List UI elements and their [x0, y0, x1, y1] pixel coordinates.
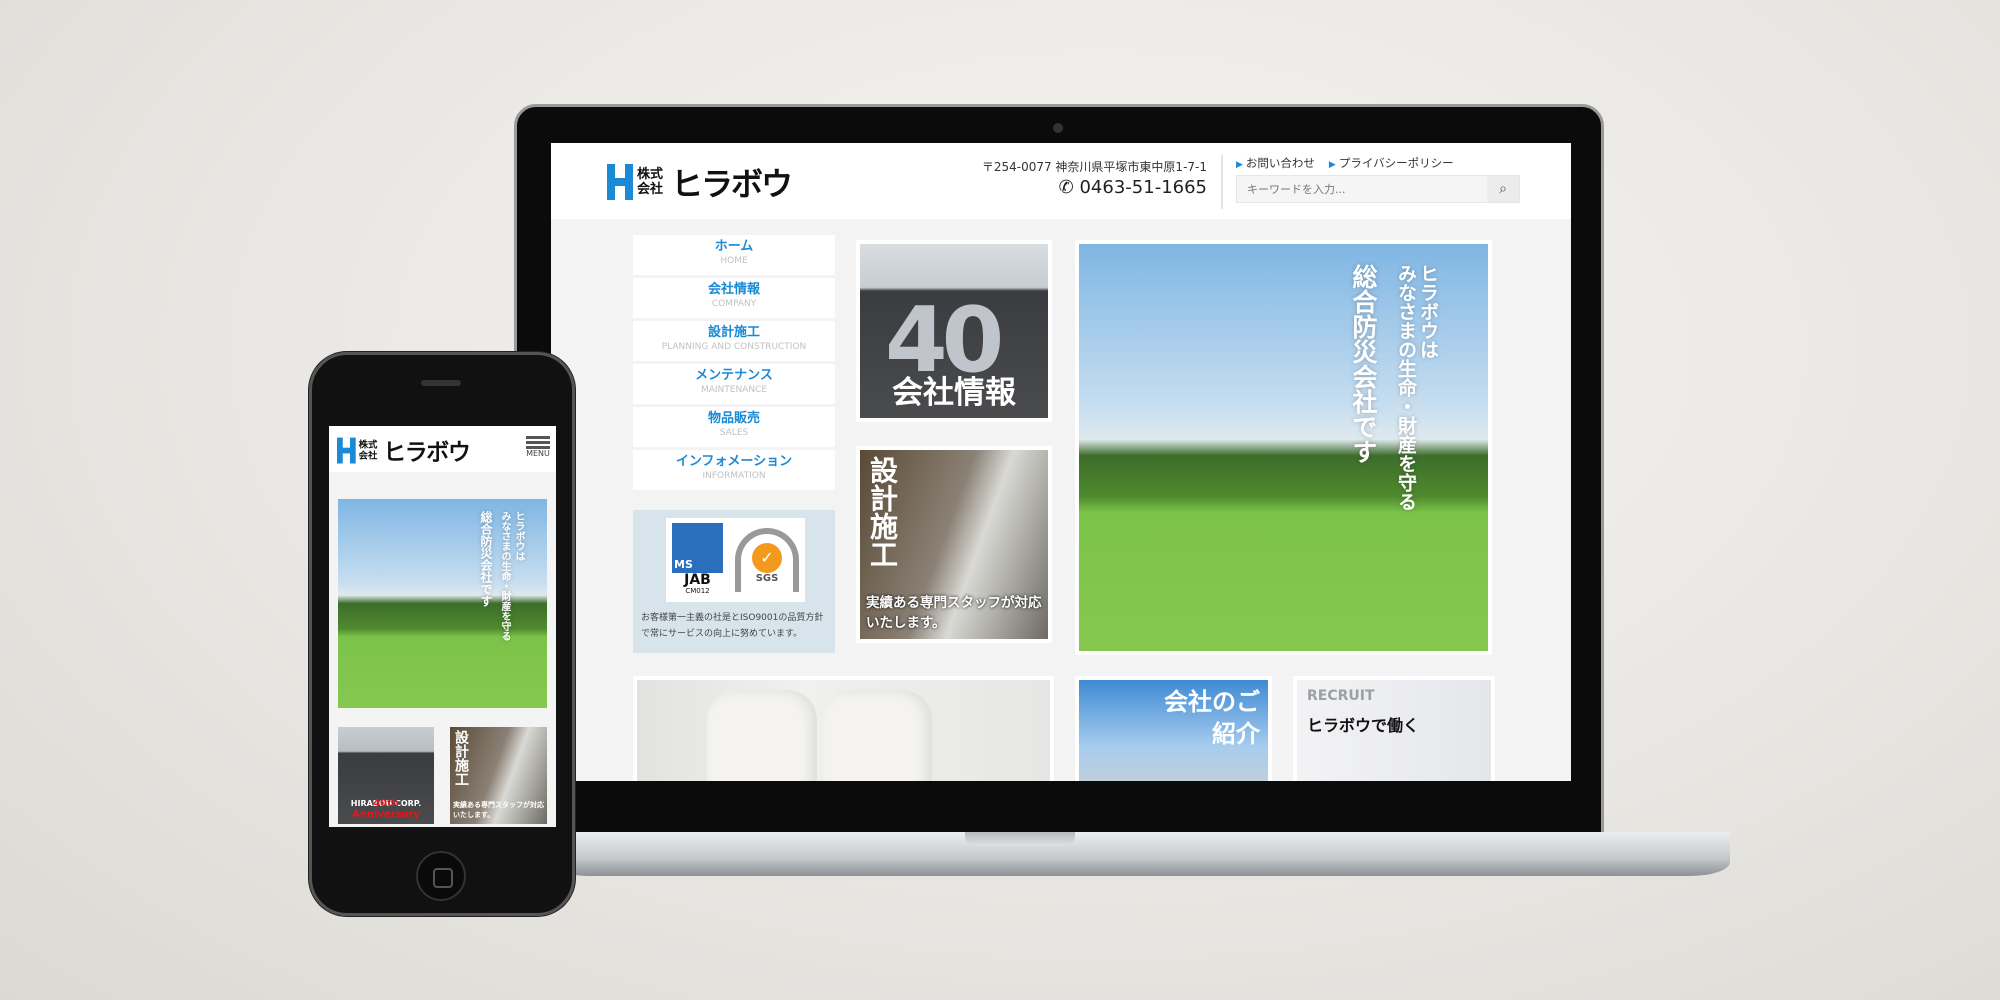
- check-icon: ✓: [752, 542, 782, 573]
- design-tile-caption: 実績ある専門スタッフが対応いたします。: [866, 595, 1042, 631]
- arrow-icon: ▶: [1236, 160, 1243, 170]
- contact-link-label: お問い合わせ: [1245, 156, 1315, 170]
- menu-label: MENU: [526, 449, 550, 458]
- nav-label: ホーム: [714, 239, 754, 254]
- nav-label: インフォメーション: [675, 454, 793, 469]
- nav-planning[interactable]: 設計施工 PLANNING AND CONSTRUCTION: [633, 321, 835, 361]
- phone-speaker: [421, 380, 461, 386]
- logo-text: ヒラボウ: [671, 165, 793, 203]
- nav-sublabel: SALES: [719, 428, 749, 438]
- jab-code: CM012: [685, 587, 710, 595]
- logo-small-text: 株式会社: [637, 167, 664, 197]
- nav-sublabel: COMPANY: [711, 299, 757, 309]
- anniversary-label: 40th Anniversary: [352, 798, 420, 820]
- design-tile-title: 設計施工: [866, 456, 899, 568]
- nav-maintenance[interactable]: メンテナンス MAINTENANCE: [633, 364, 835, 404]
- nav-label: 物品販売: [707, 411, 760, 426]
- company-intro-banner[interactable]: 会社のご紹介: [1075, 676, 1272, 781]
- mobile-hero: ヒラボウは みなさまの生命・財産を守る 総合防災会社です: [338, 499, 547, 708]
- site-header: 株式会社 ヒラボウ 〒254-0077 神奈川県平塚市東中原1-7-1 ✆ 04…: [551, 143, 1571, 219]
- nav-sales[interactable]: 物品販売 SALES: [633, 407, 835, 447]
- nav-company[interactable]: 会社情報 COMPANY: [633, 278, 835, 318]
- laptop-camera: [1053, 123, 1063, 133]
- smoke-detector-image: [707, 690, 817, 781]
- mobile-design-tile[interactable]: 設計施工 実績ある専門スタッフが対応いたします。: [450, 727, 547, 824]
- company-tile-caption: 会社情報: [892, 375, 1016, 411]
- header-links: ▶ お問い合わせ ▶ プライバシーポリシー: [1236, 155, 1454, 171]
- contact-link[interactable]: ▶ お問い合わせ: [1236, 155, 1315, 171]
- hero-line-1: ヒラボウは: [513, 511, 524, 561]
- laptop-notch: [965, 832, 1075, 846]
- sgs-logo: ✓ SGS: [735, 528, 799, 592]
- logo-mark-icon: [607, 164, 633, 200]
- nav-sublabel: HOME: [720, 256, 748, 266]
- desktop-site: 株式会社 ヒラボウ 〒254-0077 神奈川県平塚市東中原1-7-1 ✆ 04…: [551, 143, 1571, 781]
- hero-line-3: 総合防災会社です: [1349, 264, 1378, 464]
- design-tile-caption: 実績ある専門スタッフが対応いたします。: [453, 801, 544, 819]
- site-logo[interactable]: 株式会社 ヒラボウ: [607, 159, 793, 205]
- nav-sublabel: INFORMATION: [702, 471, 766, 481]
- phone-number: ✆ 0463-51-1665: [1059, 177, 1207, 198]
- company-intro-caption: 会社のご紹介: [1164, 688, 1260, 748]
- design-tile-title: 設計施工: [453, 730, 469, 786]
- search-box: ⌕: [1236, 175, 1520, 203]
- search-input[interactable]: [1237, 176, 1487, 202]
- certification-text: お客様第一主義の社是とISO9001の品質方針で常にサービスの向上に努めています…: [641, 613, 824, 639]
- sgs-text: SGS: [755, 572, 779, 584]
- products-banner[interactable]: [633, 676, 1054, 781]
- laptop-base: [548, 832, 1730, 876]
- menu-button[interactable]: MENU: [526, 436, 550, 458]
- nav-label: メンテナンス: [695, 368, 773, 383]
- jab-text: JAB: [684, 572, 711, 588]
- logo-text: ヒラボウ: [383, 438, 471, 466]
- recruit-label: RECRUIT: [1307, 688, 1375, 704]
- search-button[interactable]: ⌕: [1487, 176, 1519, 202]
- phone-icon: ✆: [1058, 177, 1080, 198]
- hero-line-1: ヒラボウは: [1417, 264, 1439, 359]
- address: 〒254-0077 神奈川県平塚市東中原1-7-1: [981, 160, 1207, 174]
- search-icon: ⌕: [1499, 181, 1507, 197]
- logo-mark-icon: [337, 437, 356, 464]
- mobile-anniversary-tile[interactable]: HIRABOU CORP. 40th Anniversary: [338, 727, 434, 824]
- divider: [1221, 155, 1223, 209]
- hero-line-3: 総合防災会社です: [479, 511, 493, 607]
- jab-logo: MS JAB CM012: [672, 523, 723, 597]
- smoke-detector-image: [822, 690, 932, 781]
- ms-mark: MS: [672, 523, 723, 573]
- certification-logos: MS JAB CM012 ✓ SGS: [666, 518, 805, 602]
- hero-line-2: みなさまの生命・財産を守る: [1395, 264, 1417, 511]
- privacy-link-label: プライバシーポリシー: [1338, 156, 1454, 170]
- certification-box: MS JAB CM012 ✓ SGS お客様第一主義の社是とISO9001の品質方針で…: [633, 510, 835, 653]
- company-tile[interactable]: 40 会社情報: [856, 240, 1052, 422]
- recruit-banner[interactable]: RECRUIT ヒラボウで働く: [1293, 676, 1495, 781]
- recruit-title: ヒラボウで働く: [1307, 716, 1420, 735]
- nav-information[interactable]: インフォメーション INFORMATION: [633, 450, 835, 490]
- nav-sublabel: MAINTENANCE: [700, 385, 768, 395]
- hero-banner: ヒラボウは みなさまの生命・財産を守る 総合防災会社です: [1075, 240, 1492, 655]
- mobile-header: 株式会社 ヒラボウ MENU: [329, 426, 556, 472]
- nav-label: 設計施工: [707, 325, 760, 340]
- mobile-logo[interactable]: 株式会社 ヒラボウ: [337, 434, 471, 467]
- logo-small-text: 株式会社: [358, 439, 378, 462]
- hamburger-icon: [526, 436, 550, 439]
- mobile-site: 株式会社 ヒラボウ MENU ヒラボウは みなさまの生命・財産を守る 総合防災会…: [329, 426, 556, 827]
- phone-home-button: [416, 851, 466, 901]
- nav-label: 会社情報: [707, 282, 760, 297]
- nav-sublabel: PLANNING AND CONSTRUCTION: [661, 342, 807, 352]
- arrow-icon: ▶: [1328, 160, 1336, 170]
- privacy-link[interactable]: ▶ プライバシーポリシー: [1329, 155, 1454, 171]
- design-tile[interactable]: 設計施工 実績ある専門スタッフが対応いたします。: [856, 446, 1052, 643]
- hero-line-2: みなさまの生命・財産を守る: [499, 511, 510, 641]
- nav-home[interactable]: ホーム HOME: [633, 235, 835, 275]
- phone-text: 0463-51-1665: [1079, 177, 1207, 198]
